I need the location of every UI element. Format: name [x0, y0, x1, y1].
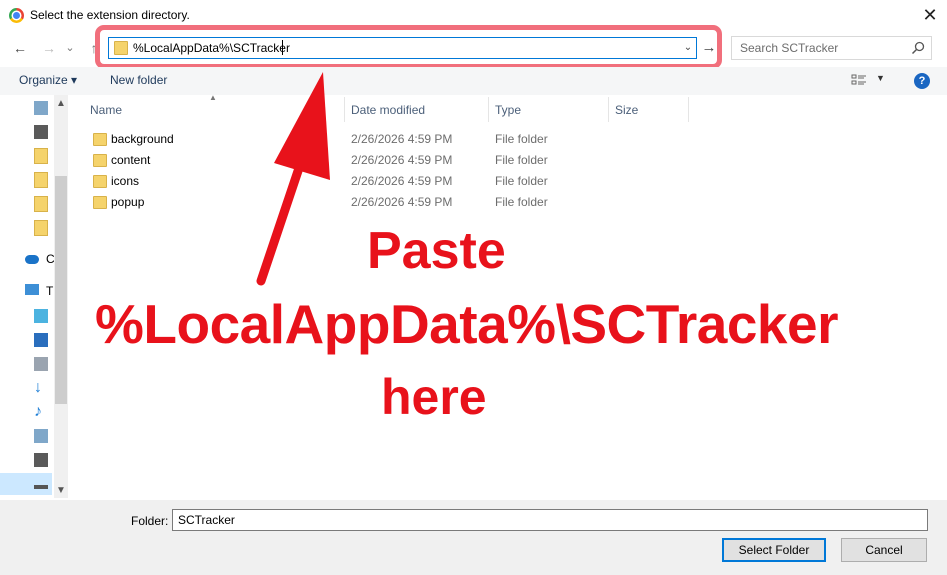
annotation-text-paste: Paste	[367, 222, 506, 280]
videos-icon[interactable]	[34, 453, 48, 467]
annotation-text-path: %LocalAppData%\SCTracker	[95, 293, 839, 355]
folder-icon[interactable]	[34, 196, 48, 212]
search-placeholder: Search SCTracker	[740, 41, 839, 55]
forward-button[interactable]: →	[39, 37, 59, 59]
file-date: 2/26/2026 4:59 PM	[351, 153, 453, 167]
recent-locations-button[interactable]: ⌄	[63, 37, 77, 59]
3d-objects-icon[interactable]	[34, 309, 48, 323]
folder-icon[interactable]	[34, 172, 48, 188]
folder-input-value[interactable]: SCTracker	[178, 513, 235, 527]
scroll-down-icon[interactable]: ▼	[54, 485, 68, 499]
back-button[interactable]: ←	[10, 37, 30, 59]
chrome-icon	[9, 8, 24, 23]
search-icon[interactable]	[910, 40, 926, 56]
folder-icon[interactable]	[34, 148, 48, 164]
folder-label: Folder:	[131, 514, 169, 528]
file-date: 2/26/2026 4:59 PM	[351, 195, 453, 209]
view-dropdown-button[interactable]: ▼	[876, 73, 885, 83]
scroll-up-icon[interactable]: ▲	[54, 98, 68, 112]
pictures-icon[interactable]	[34, 429, 48, 443]
downloads-icon[interactable]: ↓	[34, 380, 48, 396]
file-name: icons	[111, 174, 140, 188]
documents-icon[interactable]	[34, 357, 48, 371]
column-divider[interactable]	[608, 97, 609, 122]
close-button[interactable]: ✕	[915, 2, 945, 28]
folder-icon	[93, 175, 107, 188]
column-header-type[interactable]: Type	[495, 103, 521, 117]
new-folder-button[interactable]: New folder	[110, 73, 167, 87]
this-pc-icon[interactable]	[25, 284, 39, 295]
file-name: content	[111, 153, 151, 167]
music-icon[interactable]: ♪	[34, 404, 48, 420]
file-date: 2/26/2026 4:59 PM	[351, 132, 453, 146]
file-date: 2/26/2026 4:59 PM	[351, 174, 453, 188]
select-folder-button[interactable]: Select Folder	[722, 538, 826, 562]
navpane-item-label[interactable]: T	[46, 284, 53, 298]
folder-icon	[93, 196, 107, 209]
file-name: popup	[111, 195, 145, 209]
video-icon[interactable]	[34, 125, 48, 139]
folder-input[interactable]	[172, 509, 928, 531]
desktop-icon[interactable]	[34, 333, 48, 347]
window-title: Select the extension directory.	[30, 8, 190, 22]
drive-icon[interactable]	[34, 485, 48, 489]
navpane-scroll-thumb[interactable]	[55, 176, 67, 404]
file-type: File folder	[495, 132, 548, 146]
column-divider[interactable]	[488, 97, 489, 122]
annotation-text-here: here	[381, 369, 487, 425]
sort-ascending-icon: ▲	[209, 93, 217, 102]
cancel-button[interactable]: Cancel	[841, 538, 927, 562]
file-row[interactable]: icons 2/26/2026 4:59 PM File folder	[74, 170, 944, 191]
file-type: File folder	[495, 174, 548, 188]
navpane-selected-item[interactable]	[0, 473, 52, 495]
address-highlight-box	[95, 25, 722, 69]
file-name: background	[111, 132, 174, 146]
pictures-icon[interactable]	[34, 101, 48, 115]
file-row[interactable]: content 2/26/2026 4:59 PM File folder	[74, 149, 944, 170]
onedrive-icon[interactable]	[25, 255, 39, 264]
file-type: File folder	[495, 153, 548, 167]
file-row[interactable]: popup 2/26/2026 4:59 PM File folder	[74, 191, 944, 212]
column-header-date[interactable]: Date modified	[351, 103, 425, 117]
folder-icon	[93, 154, 107, 167]
help-icon[interactable]: ?	[914, 73, 930, 89]
column-divider[interactable]	[344, 97, 345, 122]
folder-icon[interactable]	[34, 220, 48, 236]
folder-icon	[93, 133, 107, 146]
organize-button[interactable]: Organize ▾	[19, 73, 77, 87]
column-divider[interactable]	[688, 97, 689, 122]
view-options-icon[interactable]	[851, 73, 867, 87]
column-header-size[interactable]: Size	[615, 103, 638, 117]
column-header-name[interactable]: Name	[90, 103, 122, 117]
file-row[interactable]: background 2/26/2026 4:59 PM File folder	[74, 128, 944, 149]
file-type: File folder	[495, 195, 548, 209]
